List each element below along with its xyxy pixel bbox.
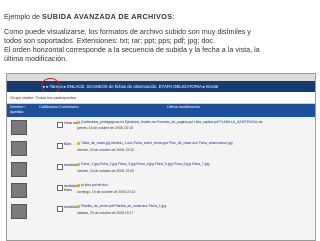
caption-line: Como puede visualizarse, los formatos de… <box>4 27 251 36</box>
file-links[interactable]: Ficha_1.jpg Ficha_2.jpg Ficha_3.jpg Fich… <box>81 162 209 166</box>
caption-line: El orden horizontal corresponde a la sec… <box>4 45 260 54</box>
caption-title-suffix: : <box>172 12 175 21</box>
caption-description: Como puede visualizarse, los formatos de… <box>4 27 316 63</box>
avatar <box>11 162 27 177</box>
group-label: Grupo visible: Todos los participantes <box>10 95 77 100</box>
header-name[interactable]: Nombre / Apellido <box>10 105 32 115</box>
file-list[interactable]: Planilla_de_cierre.pdf Planilla_de_notas… <box>77 204 315 209</box>
row-checkbox[interactable] <box>57 143 63 149</box>
header-comment[interactable]: Comentario <box>59 105 79 110</box>
caption-text: Ejemplo de SUBIDA AVANZADA DE ARCHIVOS: … <box>4 12 316 63</box>
file-icon <box>77 183 80 187</box>
avatar <box>11 141 27 156</box>
caption-title: Ejemplo de SUBIDA AVANZADA DE ARCHIVOS: <box>4 12 316 21</box>
breadcrumb-text[interactable]: ▸ ▸ Tareas ▸ ENLACE: SCANEOS de fichas d… <box>7 84 218 89</box>
file-list[interactable]: Ficha_1.jpg Ficha_2.jpg Ficha_3.jpg Fich… <box>77 162 315 167</box>
row-checkbox[interactable] <box>57 164 63 170</box>
modified-date: domingo, 19 de octubre de 2008 22:42 <box>77 190 136 194</box>
file-list[interactable]: Contenidos_pedagogicos.txt Ejercicios_fi… <box>77 120 315 125</box>
file-icon <box>77 204 80 208</box>
student-name[interactable]: Barr… <box>64 142 75 146</box>
modified-date: viernes, 24 de octubre de 2008, 22:32 <box>77 148 135 152</box>
student-name[interactable]: recibido <box>64 205 77 209</box>
file-icon <box>77 162 80 166</box>
header-last-modified[interactable]: Última modificación <box>167 105 200 110</box>
student-name[interactable]: recibido <box>64 163 77 167</box>
modified-date: jueves, 16 de octubre de 2008, 00:18 <box>77 126 133 130</box>
caption-title-strong: SUBIDA AVANZADA DE ARCHIVOS <box>41 12 173 21</box>
avatar <box>11 120 27 135</box>
file-icon <box>77 120 80 124</box>
file-icon <box>77 141 80 145</box>
header-grade[interactable]: Calificación <box>39 105 58 110</box>
table-header: Nombre / Apellido Calificación Comentari… <box>7 104 315 117</box>
caption-title-prefix: Ejemplo de <box>4 12 42 21</box>
embedded-screenshot: ▸ ▸ Tareas ▸ ENLACE: SCANEOS de fichas d… <box>6 73 316 241</box>
file-links[interactable]: pf zibo.pdf eb.doc <box>81 183 108 187</box>
row-checkbox[interactable] <box>57 206 63 212</box>
avatar <box>11 204 27 219</box>
file-links[interactable]: Tabla_de_notas.jpg Modelo_1.doc Ficha_so… <box>81 141 233 145</box>
file-links[interactable]: Contenidos_pedagogicos.txt Ejercicios_fi… <box>81 120 262 124</box>
caption-line: última modificación. <box>4 54 68 63</box>
modified-date: viernes, 24 de octubre de 2008, 22:52 <box>77 169 135 173</box>
file-list[interactable]: pf zibo.pdf eb.doc <box>77 183 315 188</box>
caption-line: todos son soportados. Extensiones: txt; … <box>4 36 215 45</box>
student-name[interactable]: recibido Esta <box>64 184 77 192</box>
row-checkbox[interactable] <box>57 185 63 191</box>
row-checkbox[interactable] <box>57 122 63 128</box>
group-selector[interactable]: Grupo visible: Todos los participantes <box>7 92 315 104</box>
avatar <box>11 183 27 198</box>
file-list[interactable]: Tabla_de_notas.jpg Modelo_1.doc Ficha_so… <box>77 141 315 146</box>
file-links[interactable]: Planilla_de_cierre.pdf Planilla_de_notas… <box>81 204 166 208</box>
modified-date: sábado, 25 de octubre de 2008 19:17 <box>77 211 134 215</box>
